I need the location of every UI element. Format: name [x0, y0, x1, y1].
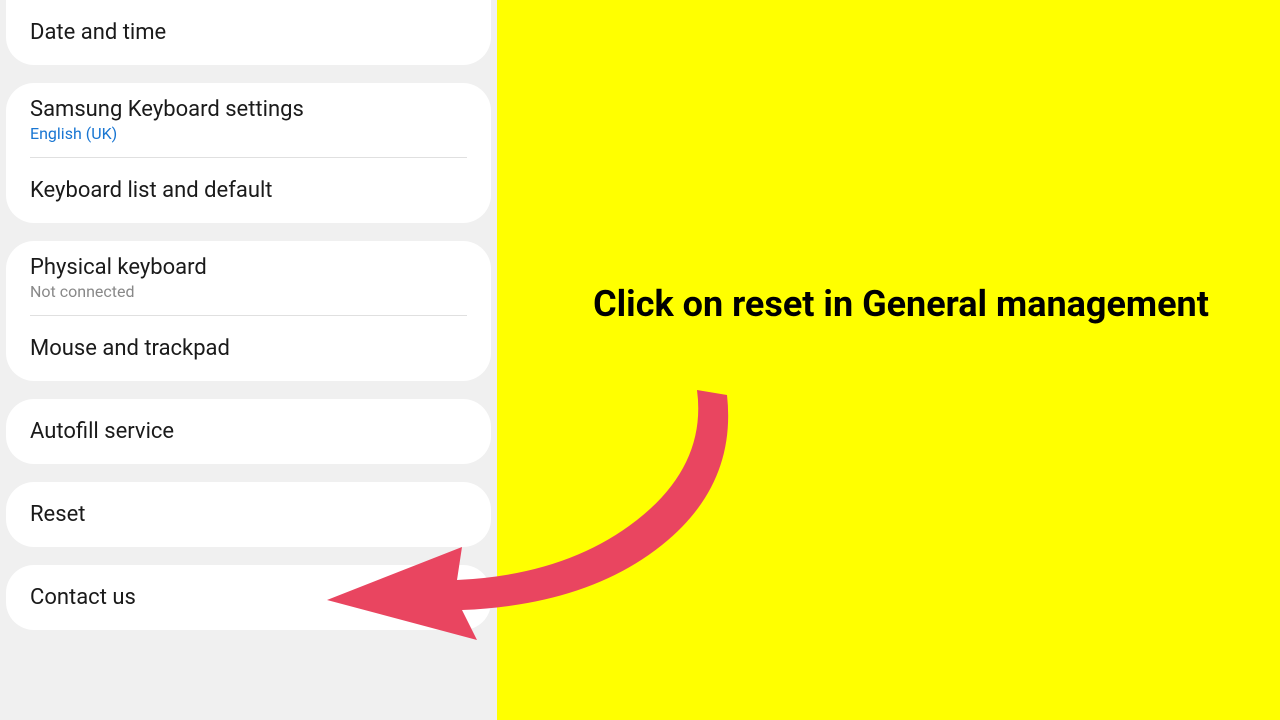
mouse-trackpad-label: Mouse and trackpad	[30, 336, 467, 361]
date-time-item[interactable]: Date and time	[6, 0, 491, 65]
samsung-keyboard-label: Samsung Keyboard settings	[30, 97, 467, 122]
autofill-label: Autofill service	[30, 419, 467, 444]
contact-card: Contact us	[6, 565, 491, 630]
contact-us-item[interactable]: Contact us	[6, 565, 491, 630]
keyboard-list-item[interactable]: Keyboard list and default	[6, 158, 491, 223]
contact-us-label: Contact us	[30, 585, 467, 610]
physical-keyboard-subtitle: Not connected	[30, 282, 467, 301]
samsung-keyboard-item[interactable]: Samsung Keyboard settings English (UK)	[6, 83, 491, 157]
keyboard-card: Samsung Keyboard settings English (UK) K…	[6, 83, 491, 223]
date-time-label: Date and time	[30, 20, 467, 45]
reset-item[interactable]: Reset	[6, 482, 491, 547]
input-card: Physical keyboard Not connected Mouse an…	[6, 241, 491, 381]
autofill-item[interactable]: Autofill service	[6, 399, 491, 464]
physical-keyboard-label: Physical keyboard	[30, 255, 467, 280]
autofill-card: Autofill service	[6, 399, 491, 464]
keyboard-list-label: Keyboard list and default	[30, 178, 467, 203]
samsung-keyboard-subtitle: English (UK)	[30, 124, 467, 143]
instruction-text: Click on reset in General management	[562, 280, 1240, 329]
reset-label: Reset	[30, 502, 467, 527]
physical-keyboard-item[interactable]: Physical keyboard Not connected	[6, 241, 491, 315]
settings-panel: Date and time Samsung Keyboard settings …	[0, 0, 497, 720]
mouse-trackpad-item[interactable]: Mouse and trackpad	[6, 316, 491, 381]
instruction-panel: Click on reset in General management	[497, 0, 1280, 720]
reset-card: Reset	[6, 482, 491, 547]
date-time-card: Date and time	[6, 0, 491, 65]
